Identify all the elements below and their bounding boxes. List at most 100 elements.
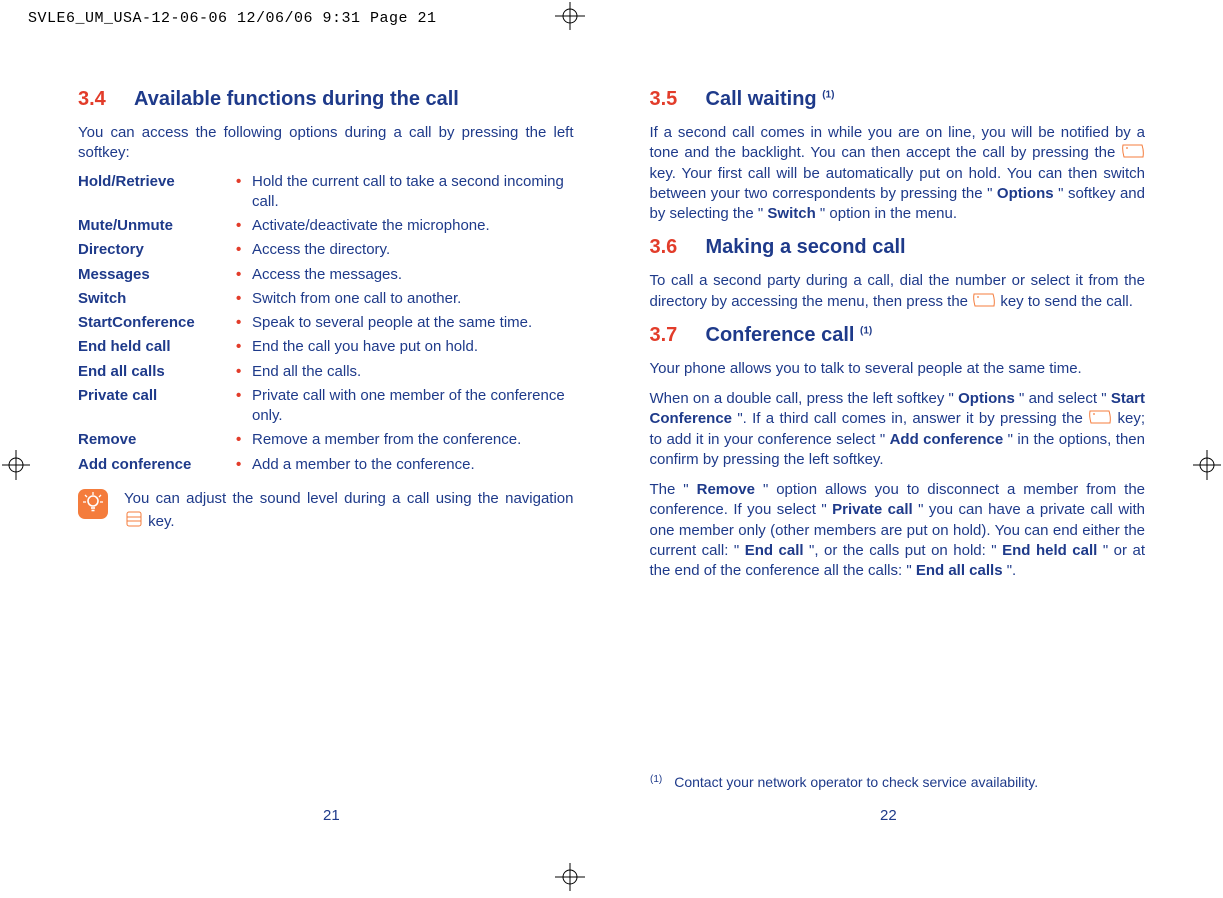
bullet-icon: • [236,172,252,192]
function-term: Directory [78,240,236,260]
bold-term: Add conference [890,431,1004,448]
bullet-icon: • [236,289,252,309]
softkey-icon [1088,409,1112,425]
function-term: StartConference [78,313,236,333]
bullet-icon: • [236,265,252,285]
bullet-icon: • [236,362,252,382]
function-desc: Access the messages. [252,265,574,285]
page-right: 3.5 Call waiting (1) If a second call co… [612,70,1223,591]
function-term: End all calls [78,362,236,382]
function-desc: End the call you have put on hold. [252,337,574,357]
section-title: Call waiting (1) [706,86,835,113]
text-frag: ", or the calls put on hold: " [809,542,997,559]
function-term: Remove [78,430,236,450]
function-row: End held call•End the call you have put … [78,337,574,357]
function-desc: Access the directory. [252,240,574,260]
function-row: Directory•Access the directory. [78,240,574,260]
section-heading-3-7: 3.7 Conference call (1) [650,322,1146,349]
paragraph-3-6: To call a second party during a call, di… [650,271,1146,312]
function-desc: Private call with one member of the conf… [252,386,574,427]
function-row: Mute/Unmute•Activate/deactivate the micr… [78,216,574,236]
function-desc: Speak to several people at the same time… [252,313,574,333]
text-frag: ". [1007,562,1017,579]
function-desc: Add a member to the conference. [252,455,574,475]
function-term: Private call [78,386,236,406]
bullet-icon: • [236,216,252,236]
bullet-icon: • [236,430,252,450]
function-desc: Remove a member from the conference. [252,430,574,450]
section-heading-3-6: 3.6 Making a second call [650,234,1146,261]
function-row: Messages•Access the messages. [78,265,574,285]
footnote-mark: (1) [650,774,662,790]
tip-text: You can adjust the sound level during a … [124,489,574,533]
text-frag: If a second call comes in while you are … [650,124,1146,161]
footnote-ref: (1) [860,325,872,336]
footnote-ref: (1) [822,89,834,100]
text-frag: " option in the menu. [820,205,957,222]
section-number: 3.4 [78,86,134,113]
function-desc: Hold the current call to take a second i… [252,172,574,213]
function-list: Hold/Retrieve•Hold the current call to t… [78,172,574,475]
function-row: Private call•Private call with one membe… [78,386,574,427]
text-frag: key to send the call. [1000,293,1133,310]
page-spread: 3.4 Available functions during the call … [0,70,1223,591]
section-title-text: Call waiting [706,88,823,110]
nav-key-icon [124,509,144,529]
section-number: 3.5 [650,86,706,113]
bold-term: Options [958,390,1015,407]
function-row: StartConference•Speak to several people … [78,313,574,333]
paragraph-3-5: If a second call comes in while you are … [650,123,1146,224]
bold-term: Switch [767,205,815,222]
function-desc: End all the calls. [252,362,574,382]
text-frag: ". If a third call comes in, answer it b… [737,410,1088,427]
function-row: Remove•Remove a member from the conferen… [78,430,574,450]
lightbulb-icon [78,489,108,519]
section-heading-3-5: 3.5 Call waiting (1) [650,86,1146,113]
function-desc: Switch from one call to another. [252,289,574,309]
section-number: 3.6 [650,234,706,261]
tip-text-a: You can adjust the sound level during a … [124,490,574,507]
tip-row: You can adjust the sound level during a … [78,489,574,533]
section-heading-3-4: 3.4 Available functions during the call [78,86,574,113]
text-frag: The " [650,481,689,498]
footnote: (1) Contact your network operator to che… [650,774,1140,790]
function-term: Switch [78,289,236,309]
paragraph-3-7-1: Your phone allows you to talk to several… [650,359,1146,379]
function-term: Hold/Retrieve [78,172,236,192]
bullet-icon: • [236,386,252,406]
bold-term: End call [745,542,804,559]
section-number: 3.7 [650,322,706,349]
function-term: Mute/Unmute [78,216,236,236]
tip-text-b: key. [148,513,174,530]
page-number-right: 22 [880,807,897,824]
bold-term: Options [997,185,1054,202]
registration-mark-top [545,2,595,35]
registration-mark-bottom [545,863,595,896]
function-row: Add conference•Add a member to the confe… [78,455,574,475]
function-row: Switch•Switch from one call to another. [78,289,574,309]
section-intro: You can access the following options dur… [78,123,574,164]
bold-term: End held call [1002,542,1097,559]
bold-term: End all calls [916,562,1003,579]
function-desc: Activate/deactivate the microphone. [252,216,574,236]
prepress-header: SVLE6_UM_USA-12-06-06 12/06/06 9:31 Page… [28,10,437,27]
function-term: End held call [78,337,236,357]
paragraph-3-7-2: When on a double call, press the left so… [650,389,1146,470]
function-row: Hold/Retrieve•Hold the current call to t… [78,172,574,213]
text-frag: " and select " [1019,390,1107,407]
section-title: Conference call (1) [706,322,873,349]
function-row: End all calls•End all the calls. [78,362,574,382]
page-number-left: 21 [323,807,340,824]
section-title: Available functions during the call [134,86,459,113]
bullet-icon: • [236,455,252,475]
softkey-icon [1121,143,1145,159]
bullet-icon: • [236,313,252,333]
softkey-icon [972,292,996,308]
section-title: Making a second call [706,234,906,261]
page-left: 3.4 Available functions during the call … [0,70,612,591]
section-title-text: Conference call [706,324,861,346]
footnote-text: Contact your network operator to check s… [674,774,1038,790]
bold-term: Remove [697,481,755,498]
bold-term: Private call [832,501,913,518]
function-term: Add conference [78,455,236,475]
